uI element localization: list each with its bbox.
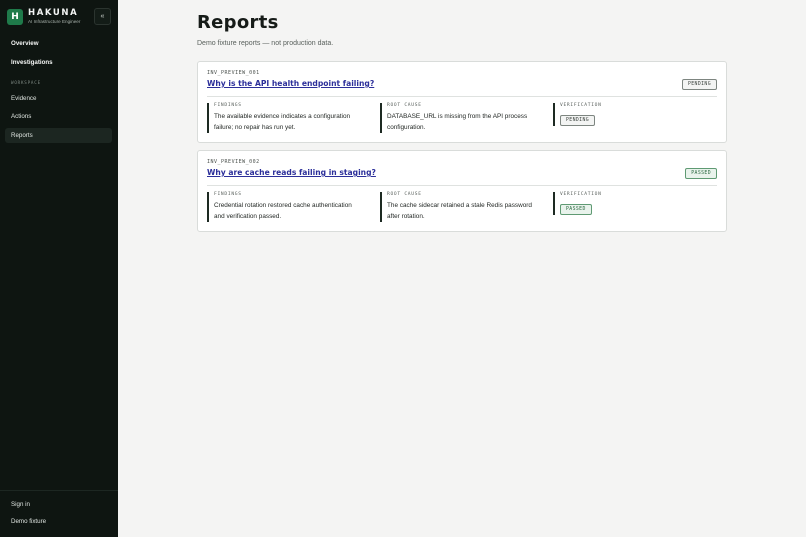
verification-badge: PASSED: [560, 204, 592, 215]
verification-badge: PENDING: [560, 115, 596, 126]
verification-column: VERIFICATION PENDING: [553, 103, 713, 126]
root-cause-line: The cache sidecar retained a stale Redis…: [387, 202, 532, 209]
root-cause-line: configuration.: [387, 123, 426, 131]
root-cause-line: DATABASE_URL is missing from the API pro…: [387, 113, 528, 120]
root-cause-label: ROOT CAUSE: [387, 192, 422, 197]
card-divider: [207, 185, 717, 186]
brand-subtitle: AI Infrastructure Engineer: [28, 19, 81, 24]
sidebar-divider: [0, 490, 118, 491]
sign-in-link[interactable]: Sign in: [5, 497, 112, 512]
page-title: Reports: [197, 12, 279, 33]
findings-column: FINDINGS Credential rotation restored ca…: [207, 192, 375, 223]
report-title-link[interactable]: Why is the API health endpoint failing?: [207, 79, 374, 88]
root-cause-column: ROOT CAUSE The cache sidecar retained a …: [380, 192, 548, 223]
findings-line: Credential rotation restored cache authe…: [214, 202, 352, 209]
brand-logo-icon: H: [7, 9, 23, 25]
chevron-left-icon: «: [100, 13, 105, 20]
sidebar-item-investigations[interactable]: Investigations: [5, 55, 112, 70]
report-card: INV_PREVIEW_001 Why is the API health en…: [197, 61, 727, 143]
verification-label: VERIFICATION: [560, 192, 602, 197]
findings-line: The available evidence indicates a confi…: [214, 113, 351, 120]
status-badge: PASSED: [685, 168, 717, 179]
report-id: INV_PREVIEW_002: [207, 159, 260, 165]
verification-column: VERIFICATION PASSED: [553, 192, 713, 215]
report-title-link[interactable]: Why are cache reads failing in staging?: [207, 168, 376, 177]
sidebar-item-evidence[interactable]: Evidence: [5, 91, 112, 106]
demo-fixture-label: Demo fixture: [11, 518, 47, 525]
page-subtitle: Demo fixture reports — not production da…: [197, 40, 334, 47]
root-cause-line: after rotation.: [387, 212, 425, 220]
sidebar: H HAKUNA AI Infrastructure Engineer « Ov…: [0, 0, 118, 537]
status-badge: PENDING: [681, 79, 717, 90]
root-cause-label: ROOT CAUSE: [387, 103, 422, 108]
sidebar-item-overview[interactable]: Overview: [5, 36, 112, 51]
card-divider: [207, 96, 717, 97]
sidebar-section-label: WORKSPACE: [11, 80, 41, 85]
brand-text: HAKUNA AI Infrastructure Engineer: [28, 9, 80, 25]
report-card: INV_PREVIEW_002 Why are cache reads fail…: [197, 150, 727, 232]
collapse-sidebar-button[interactable]: «: [94, 8, 111, 25]
root-cause-text: The cache sidecar retained a stale Redis…: [387, 201, 548, 222]
findings-line: failure; no repair has run yet.: [214, 123, 296, 131]
brand-name: HAKUNA: [28, 8, 79, 18]
verification-label: VERIFICATION: [560, 103, 602, 108]
sidebar-item-actions[interactable]: Actions: [5, 109, 112, 124]
findings-label: FINDINGS: [214, 103, 242, 108]
report-id: INV_PREVIEW_001: [207, 70, 260, 76]
findings-text: Credential rotation restored cache authe…: [214, 201, 375, 222]
findings-label: FINDINGS: [214, 192, 242, 197]
findings-column: FINDINGS The available evidence indicate…: [207, 103, 375, 134]
sidebar-item-reports[interactable]: Reports: [5, 128, 112, 143]
findings-text: The available evidence indicates a confi…: [214, 112, 375, 133]
findings-line: and verification passed.: [214, 212, 282, 220]
root-cause-column: ROOT CAUSE DATABASE_URL is missing from …: [380, 103, 548, 134]
root-cause-text: DATABASE_URL is missing from the API pro…: [387, 112, 548, 133]
brand[interactable]: H HAKUNA AI Infrastructure Engineer: [7, 9, 80, 25]
